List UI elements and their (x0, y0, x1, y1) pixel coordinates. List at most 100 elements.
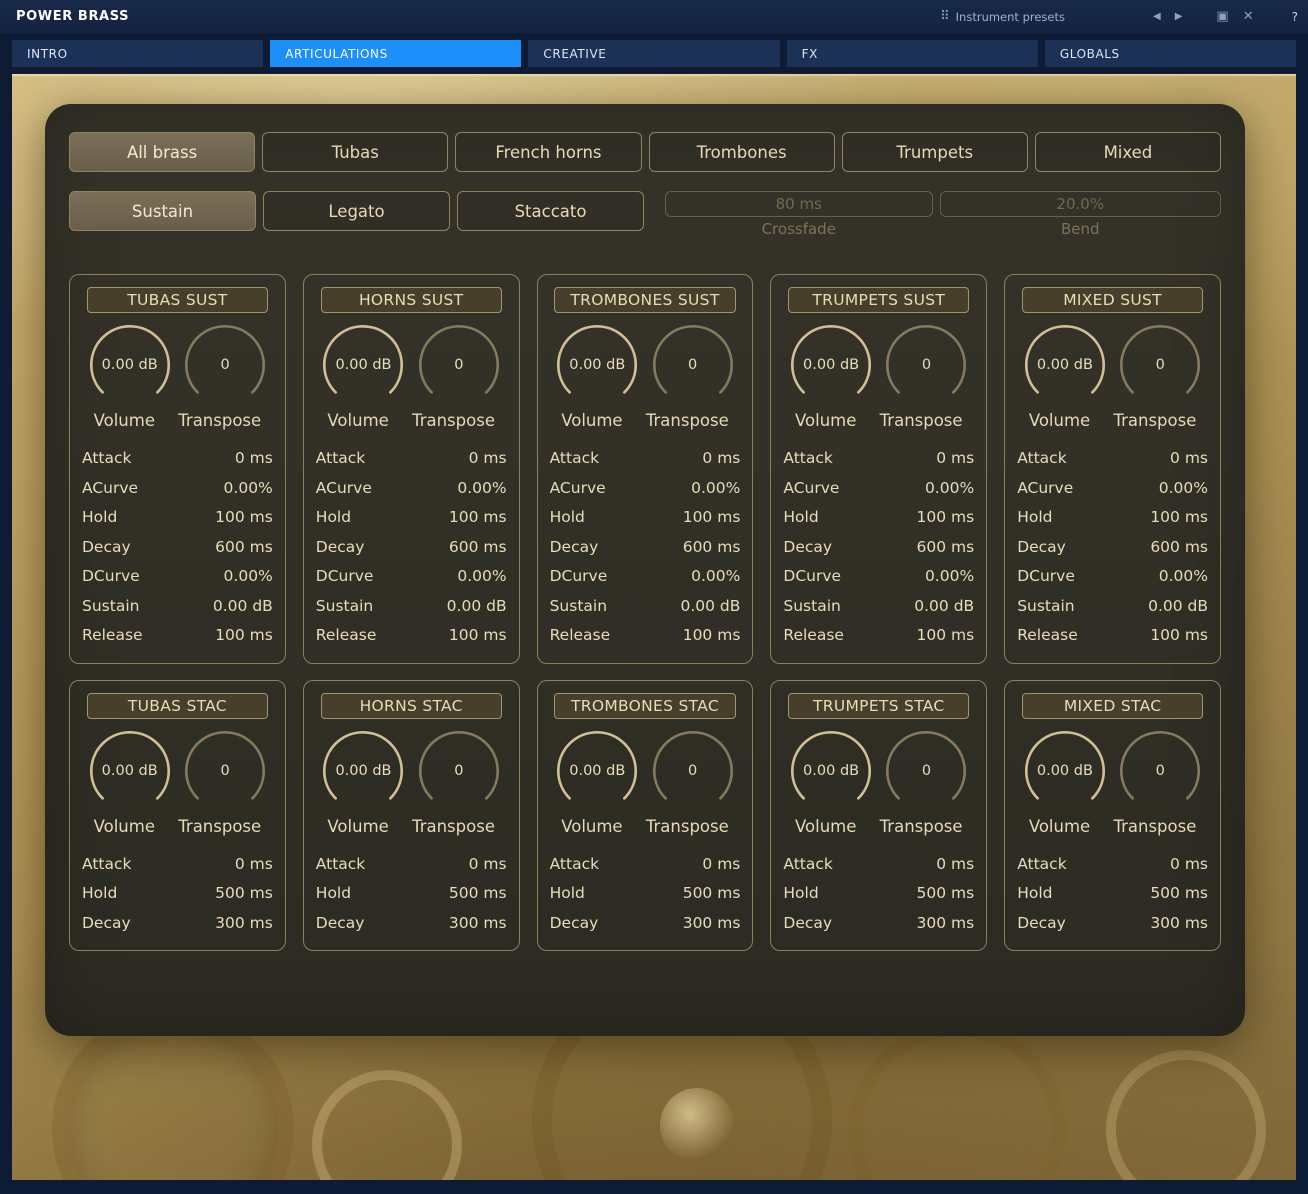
volume-knob[interactable]: 0.00 dB (86, 727, 174, 815)
instrument-button-trumpets[interactable]: Trumpets (842, 132, 1028, 172)
param-row-dcurve[interactable]: DCurve0.00% (783, 562, 974, 592)
bend-value[interactable]: 20.0% (940, 191, 1222, 217)
instrument-button-trombones[interactable]: Trombones (649, 132, 835, 172)
volume-knob[interactable]: 0.00 dB (1021, 321, 1109, 409)
volume-knob[interactable]: 0.00 dB (787, 321, 875, 409)
param-row-decay[interactable]: Decay300 ms (82, 909, 273, 939)
param-row-decay[interactable]: Decay600 ms (316, 533, 507, 563)
transpose-knob[interactable]: 0 (181, 321, 269, 409)
param-row-attack[interactable]: Attack0 ms (316, 444, 507, 474)
volume-knob[interactable]: 0.00 dB (86, 321, 174, 409)
param-row-release[interactable]: Release100 ms (82, 621, 273, 651)
transpose-knob[interactable]: 0 (415, 727, 503, 815)
param-row-hold[interactable]: Hold100 ms (1017, 503, 1208, 533)
articulation-button-sustain[interactable]: Sustain (69, 191, 256, 231)
transpose-knob[interactable]: 0 (649, 727, 737, 815)
param-row-sustain[interactable]: Sustain0.00 dB (316, 592, 507, 622)
param-row-decay[interactable]: Decay600 ms (82, 533, 273, 563)
transpose-knob[interactable]: 0 (415, 321, 503, 409)
close-icon[interactable]: ✕ (1243, 10, 1254, 23)
param-row-sustain[interactable]: Sustain0.00 dB (550, 592, 741, 622)
param-row-acurve[interactable]: ACurve0.00% (550, 474, 741, 504)
transpose-knob[interactable]: 0 (882, 727, 970, 815)
knob-row: 0.00 dB0 (82, 321, 273, 409)
param-row-decay[interactable]: Decay600 ms (1017, 533, 1208, 563)
param-value: 0 ms (469, 444, 507, 474)
param-row-release[interactable]: Release100 ms (1017, 621, 1208, 651)
param-row-decay[interactable]: Decay300 ms (1017, 909, 1208, 939)
param-row-dcurve[interactable]: DCurve0.00% (1017, 562, 1208, 592)
param-row-hold[interactable]: Hold500 ms (550, 879, 741, 909)
crossfade-control: 80 ms Crossfade (665, 191, 933, 238)
param-row-sustain[interactable]: Sustain0.00 dB (82, 592, 273, 622)
tab-fx[interactable]: FX (787, 40, 1038, 67)
instrument-button-mixed[interactable]: Mixed (1035, 132, 1221, 172)
volume-knob[interactable]: 0.00 dB (319, 727, 407, 815)
param-row-dcurve[interactable]: DCurve0.00% (82, 562, 273, 592)
param-row-attack[interactable]: Attack0 ms (550, 444, 741, 474)
param-row-hold[interactable]: Hold500 ms (82, 879, 273, 909)
param-row-hold[interactable]: Hold100 ms (783, 503, 974, 533)
volume-knob[interactable]: 0.00 dB (553, 727, 641, 815)
param-row-attack[interactable]: Attack0 ms (1017, 444, 1208, 474)
param-row-hold[interactable]: Hold500 ms (783, 879, 974, 909)
param-row-decay[interactable]: Decay600 ms (783, 533, 974, 563)
volume-knob[interactable]: 0.00 dB (319, 321, 407, 409)
tab-articulations[interactable]: ARTICULATIONS (270, 40, 521, 67)
param-row-attack[interactable]: Attack0 ms (783, 444, 974, 474)
param-row-acurve[interactable]: ACurve0.00% (316, 474, 507, 504)
param-row-sustain[interactable]: Sustain0.00 dB (1017, 592, 1208, 622)
param-row-hold[interactable]: Hold100 ms (316, 503, 507, 533)
param-row-decay[interactable]: Decay300 ms (550, 909, 741, 939)
param-row-hold[interactable]: Hold100 ms (82, 503, 273, 533)
param-row-decay[interactable]: Decay300 ms (783, 909, 974, 939)
param-row-acurve[interactable]: ACurve0.00% (82, 474, 273, 504)
tab-intro[interactable]: INTRO (12, 40, 263, 67)
param-row-attack[interactable]: Attack0 ms (82, 850, 273, 880)
param-row-attack[interactable]: Attack0 ms (1017, 850, 1208, 880)
param-row-release[interactable]: Release100 ms (316, 621, 507, 651)
param-row-hold[interactable]: Hold500 ms (316, 879, 507, 909)
param-row-attack[interactable]: Attack0 ms (316, 850, 507, 880)
instrument-presets-button[interactable]: ⠿ Instrument presets (940, 10, 1065, 24)
param-row-hold[interactable]: Hold500 ms (1017, 879, 1208, 909)
param-row-decay[interactable]: Decay300 ms (316, 909, 507, 939)
param-row-release[interactable]: Release100 ms (783, 621, 974, 651)
param-row-acurve[interactable]: ACurve0.00% (783, 474, 974, 504)
prev-preset-icon[interactable]: ◀ (1153, 12, 1161, 22)
panel-toggle-icon[interactable]: ▣ (1216, 10, 1228, 23)
instrument-button-tubas[interactable]: Tubas (262, 132, 448, 172)
instrument-button-french-horns[interactable]: French horns (455, 132, 641, 172)
transpose-knob[interactable]: 0 (882, 321, 970, 409)
transpose-knob[interactable]: 0 (181, 727, 269, 815)
param-row-attack[interactable]: Attack0 ms (82, 444, 273, 474)
tab-creative[interactable]: CREATIVE (528, 40, 779, 67)
help-icon[interactable]: ? (1292, 10, 1298, 24)
articulation-button-staccato[interactable]: Staccato (457, 191, 644, 231)
tab-globals[interactable]: GLOBALS (1045, 40, 1296, 67)
volume-knob[interactable]: 0.00 dB (787, 727, 875, 815)
transpose-knob[interactable]: 0 (1116, 321, 1204, 409)
volume-knob[interactable]: 0.00 dB (553, 321, 641, 409)
param-row-attack[interactable]: Attack0 ms (783, 850, 974, 880)
articulations-panel: All brass Tubas French horns Trombones T… (45, 104, 1245, 1036)
param-value: 0.00% (925, 562, 974, 592)
param-row-dcurve[interactable]: DCurve0.00% (316, 562, 507, 592)
crossfade-value[interactable]: 80 ms (665, 191, 933, 217)
transpose-knob[interactable]: 0 (1116, 727, 1204, 815)
param-row-attack[interactable]: Attack0 ms (550, 850, 741, 880)
param-row-dcurve[interactable]: DCurve0.00% (550, 562, 741, 592)
param-row-acurve[interactable]: ACurve0.00% (1017, 474, 1208, 504)
param-row-sustain[interactable]: Sustain0.00 dB (783, 592, 974, 622)
transpose-knob-value: 0 (882, 321, 970, 409)
param-row-release[interactable]: Release100 ms (550, 621, 741, 651)
articulation-button-legato[interactable]: Legato (263, 191, 450, 231)
articulation-panel: TROMBONES STAC0.00 dB0VolumeTransposeAtt… (537, 680, 754, 952)
next-preset-icon[interactable]: ▶ (1175, 12, 1183, 22)
volume-knob[interactable]: 0.00 dB (1021, 727, 1109, 815)
param-row-hold[interactable]: Hold100 ms (550, 503, 741, 533)
param-value: 0.00% (457, 562, 506, 592)
instrument-button-all-brass[interactable]: All brass (69, 132, 255, 172)
param-row-decay[interactable]: Decay600 ms (550, 533, 741, 563)
transpose-knob[interactable]: 0 (649, 321, 737, 409)
